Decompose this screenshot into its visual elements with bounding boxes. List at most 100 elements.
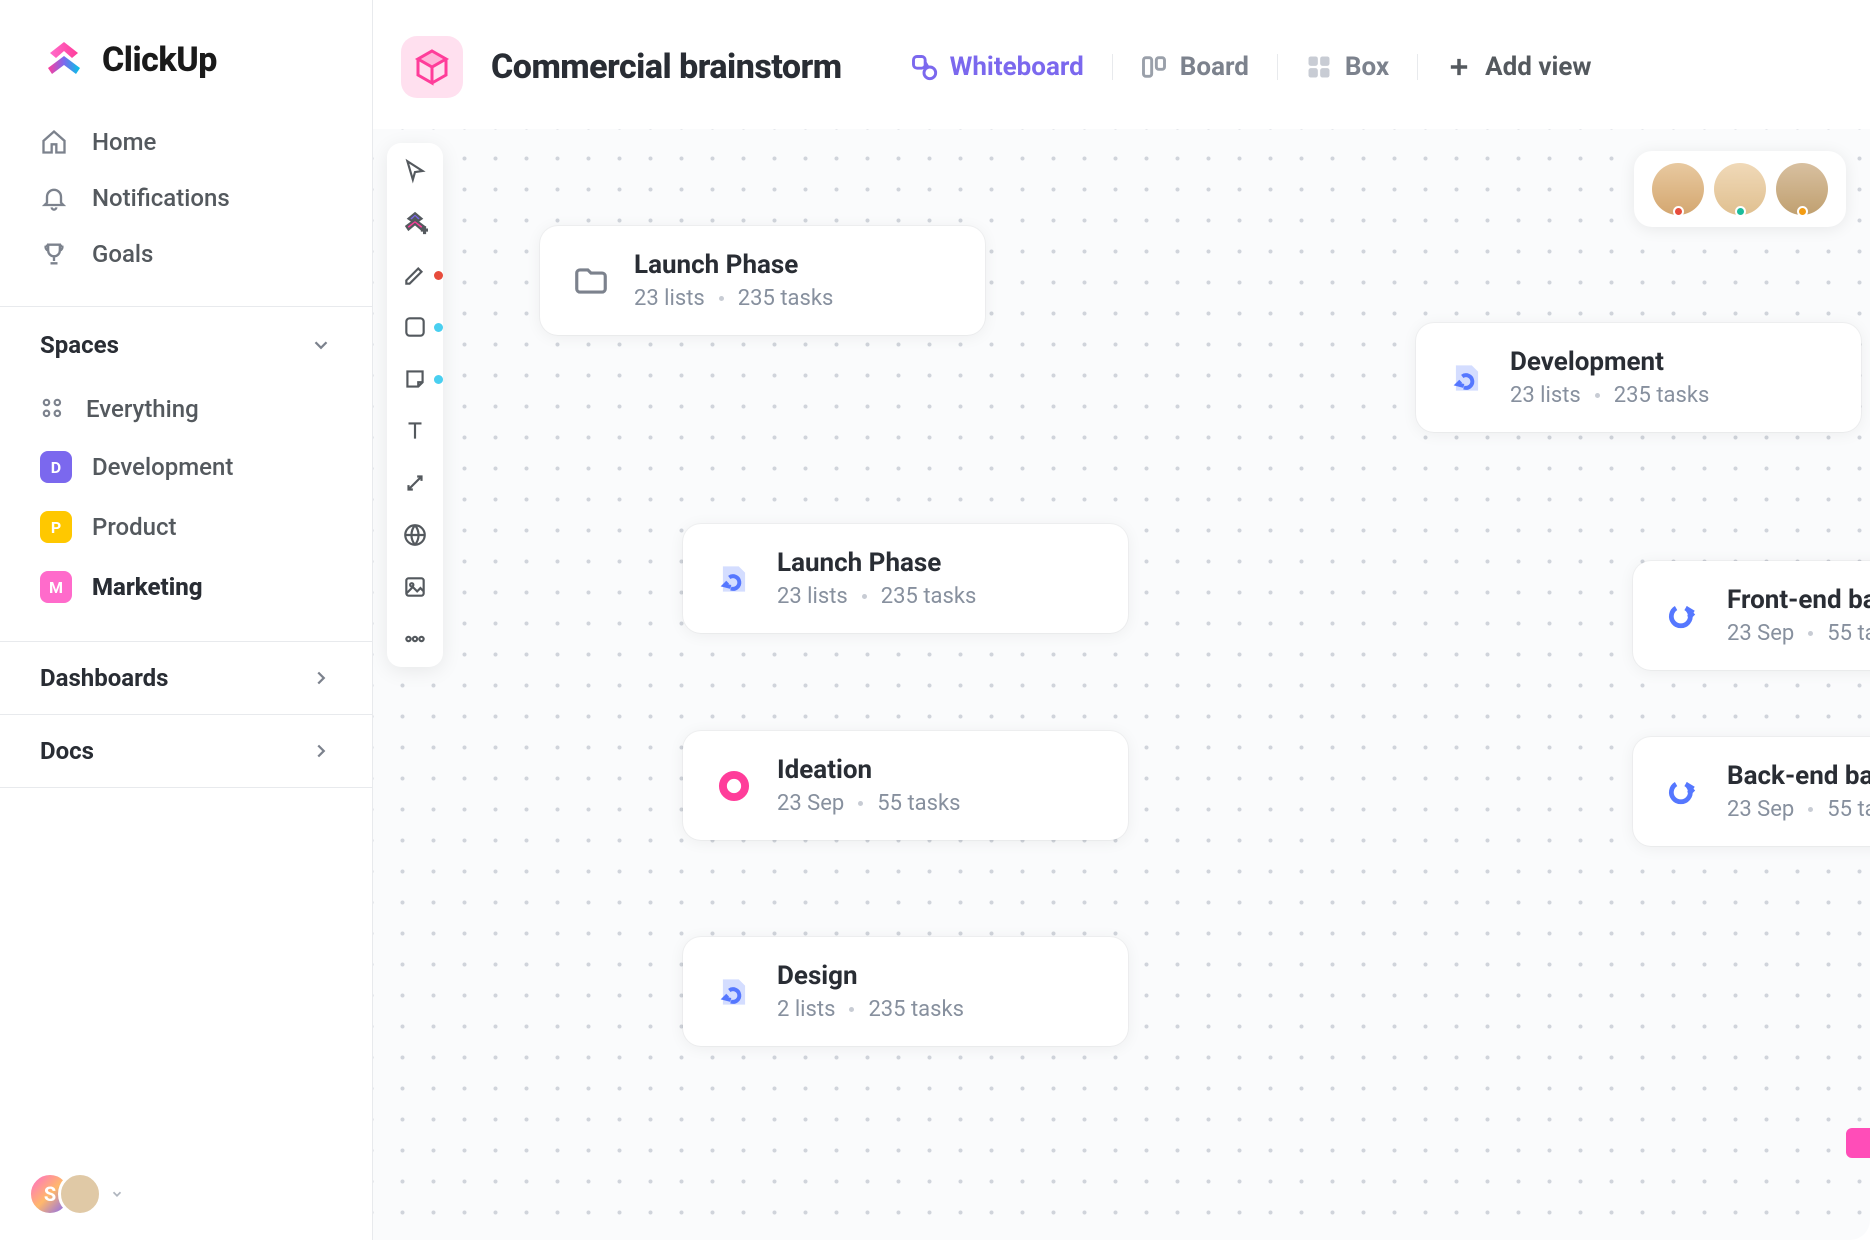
space-marketing[interactable]: M Marketing (40, 557, 332, 617)
space-label: Marketing (92, 573, 202, 601)
tab-label: Box (1345, 52, 1389, 82)
chevron-right-icon (310, 740, 332, 762)
whiteboard-toolbar: + (387, 143, 443, 667)
globe-icon (402, 522, 428, 548)
nav-home-label: Home (92, 128, 156, 156)
whiteboard-canvas[interactable]: + Launch Phase 23 lists235 (373, 129, 1870, 1240)
grid-dots-icon (40, 396, 66, 422)
folder-icon (572, 262, 610, 300)
caret-down-icon (110, 1187, 124, 1201)
space-everything[interactable]: Everything (40, 381, 332, 437)
nav-docs[interactable]: Docs (0, 714, 372, 788)
tab-whiteboard[interactable]: Whiteboard (882, 52, 1112, 82)
loop-arrow-icon (1665, 773, 1703, 811)
tool-sticky[interactable] (401, 365, 429, 393)
cycle-icon (715, 560, 753, 598)
nav-notifications[interactable]: Notifications (40, 170, 332, 226)
tool-text[interactable] (401, 417, 429, 445)
space-everything-label: Everything (86, 395, 199, 423)
card-launch-phase-list[interactable]: Launch Phase 23 lists235 tasks (683, 524, 1128, 633)
bell-icon (40, 184, 68, 212)
dashboards-label: Dashboards (40, 664, 169, 692)
text-icon (402, 418, 428, 444)
docs-label: Docs (40, 737, 94, 765)
space-product[interactable]: P Product (40, 497, 332, 557)
clickup-add-icon: + (402, 210, 428, 236)
card-title: Back-end ba (1727, 761, 1870, 791)
tab-label: Board (1180, 52, 1249, 82)
loop-arrow-icon (1665, 597, 1703, 635)
primary-nav: Home Notifications Goals (0, 114, 372, 306)
card-title: Design (777, 961, 964, 991)
tool-pointer[interactable] (401, 157, 429, 185)
topbar: Commercial brainstorm Whiteboard Board B… (373, 0, 1870, 129)
tool-shape[interactable] (401, 313, 429, 341)
view-tabs: Whiteboard Board Box Add view (882, 52, 1620, 82)
card-launch-phase-folder[interactable]: Launch Phase 23 lists235 tasks (540, 226, 985, 335)
card-design[interactable]: Design 2 lists235 tasks (683, 937, 1128, 1046)
space-badge: M (40, 571, 72, 603)
spaces-title: Spaces (40, 331, 119, 359)
space-development[interactable]: D Development (40, 437, 332, 497)
card-frontend[interactable]: Front-end ba 23 Sep55 ta (1633, 561, 1870, 670)
card-title: Development (1510, 347, 1709, 377)
sticky-note-icon (402, 366, 428, 392)
user-menu[interactable]: S (28, 1172, 124, 1216)
tab-board[interactable]: Board (1112, 52, 1277, 82)
pointer-icon (402, 158, 428, 184)
pen-icon (402, 262, 428, 288)
connector-icon (402, 470, 428, 496)
whiteboard-icon (910, 53, 938, 81)
tab-add-view[interactable]: Add view (1417, 52, 1619, 82)
card-ideation[interactable]: Ideation 23 Sep55 tasks (683, 731, 1128, 840)
clickup-logo-icon (40, 36, 88, 84)
card-title: Launch Phase (777, 548, 976, 578)
space-label: Development (92, 453, 233, 481)
card-development[interactable]: Development 23 lists235 tasks (1416, 323, 1861, 432)
tab-box[interactable]: Box (1277, 52, 1417, 82)
card-backend[interactable]: Back-end ba 23 Sep55 ta (1633, 737, 1870, 846)
brand-logo[interactable]: ClickUp (0, 0, 372, 114)
circle-icon (715, 767, 753, 805)
page-icon (401, 36, 463, 98)
trophy-icon (40, 240, 68, 268)
tool-web[interactable] (401, 521, 429, 549)
spaces-list: Everything D Development P Product M Mar… (0, 373, 372, 641)
nav-goals[interactable]: Goals (40, 226, 332, 282)
chevron-right-icon (310, 667, 332, 689)
sidebar: ClickUp Home Notifications Goals Spaces (0, 0, 373, 1240)
nav-notifications-label: Notifications (92, 184, 230, 212)
main-area: Commercial brainstorm Whiteboard Board B… (373, 0, 1870, 1240)
cycle-icon (1448, 359, 1486, 397)
tool-pen[interactable] (401, 261, 429, 289)
box-icon (1305, 53, 1333, 81)
svg-text:+: + (422, 224, 428, 236)
tool-connector[interactable] (401, 469, 429, 497)
tab-label: Whiteboard (950, 52, 1084, 82)
tool-clickup[interactable]: + (401, 209, 429, 237)
tool-image[interactable] (401, 573, 429, 601)
page-title: Commercial brainstorm (491, 47, 842, 87)
nav-goals-label: Goals (92, 240, 153, 268)
cycle-icon (715, 973, 753, 1011)
cube-icon (412, 47, 452, 87)
nav-dashboards[interactable]: Dashboards (0, 641, 372, 714)
square-icon (402, 314, 428, 340)
spaces-header[interactable]: Spaces (0, 306, 372, 373)
card-title: Ideation (777, 755, 961, 785)
tool-more[interactable] (401, 625, 429, 653)
image-icon (402, 574, 428, 600)
space-badge: D (40, 451, 72, 483)
tab-label: Add view (1485, 52, 1591, 82)
space-badge: P (40, 511, 72, 543)
chevron-down-icon (310, 334, 332, 356)
nav-home[interactable]: Home (40, 114, 332, 170)
board-icon (1140, 53, 1168, 81)
presence-user (1714, 163, 1766, 215)
user-avatar-photo (58, 1172, 102, 1216)
cursor-indicator (1846, 1128, 1870, 1158)
card-title: Front-end ba (1727, 585, 1870, 615)
card-title: Launch Phase (634, 250, 833, 280)
presence-indicator[interactable] (1634, 151, 1846, 227)
brand-name: ClickUp (102, 40, 217, 80)
